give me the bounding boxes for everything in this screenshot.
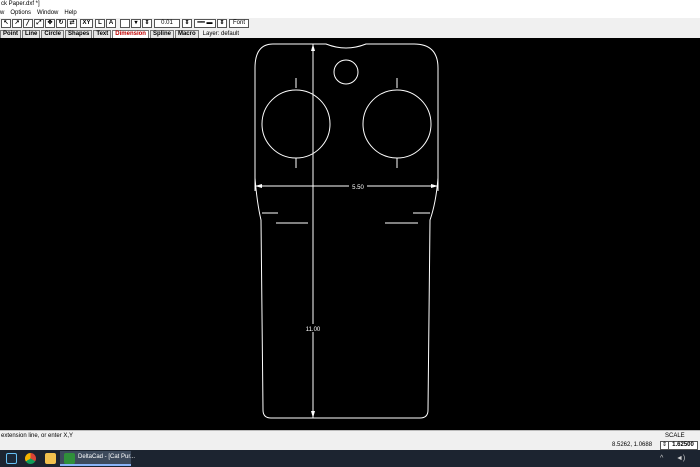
line-width-field[interactable]: 0.01 xyxy=(154,19,180,28)
deltacad-icon xyxy=(64,453,75,464)
tab-spline[interactable]: Spline xyxy=(149,30,174,38)
scale-label: SCALE xyxy=(665,433,685,439)
line-style-stepper-icon[interactable]: ⇕ xyxy=(217,19,227,28)
tab-circle[interactable]: Circle xyxy=(41,30,65,38)
file-explorer-icon[interactable] xyxy=(45,453,56,464)
tab-dimension[interactable]: Dimension xyxy=(112,30,149,38)
cursor-coordinates: 8.5262, 1.0688 xyxy=(612,442,653,448)
line-style-select[interactable]: ━━ ▬ xyxy=(194,19,216,28)
left-hole xyxy=(261,89,331,159)
tab-shapes[interactable]: Shapes xyxy=(65,30,93,38)
taskbar-app-deltacad[interactable]: DeltaCad - [Cat Pur... xyxy=(60,451,135,466)
menu-options[interactable]: Options xyxy=(7,9,34,18)
chevron-up-icon[interactable]: ^ xyxy=(660,454,663,463)
width-dimension-text: 5.50 xyxy=(352,185,364,191)
height-arrow-top xyxy=(311,44,315,51)
tab-line[interactable]: Line xyxy=(22,30,41,38)
steam-icon[interactable] xyxy=(6,453,17,464)
xy-button[interactable]: XY xyxy=(80,19,93,28)
right-hole xyxy=(362,89,432,159)
toolbar: ↖ ↗ ╱ ⤢ ✥ ↻ ⇄ XY L A ▾ ⇕ 0.01 ⇕ ━━ ▬ ⇕ F… xyxy=(0,18,700,30)
select-arrow-icon[interactable]: ↖ xyxy=(1,19,11,28)
menu-view[interactable]: w xyxy=(0,9,7,18)
part-outline xyxy=(254,43,439,419)
font-button[interactable]: Font xyxy=(229,19,250,28)
line-width-stepper-icon[interactable]: ⇕ xyxy=(182,19,192,28)
stepper-icon[interactable]: ⇕ xyxy=(142,19,152,28)
layer-label: Layer: default xyxy=(202,31,239,37)
title-bar: ck Paper.dxf *] xyxy=(0,0,700,9)
menu-bar: w Options Window Help xyxy=(0,9,700,18)
text-l-button[interactable]: L xyxy=(95,19,105,28)
tab-point[interactable]: Point xyxy=(0,30,21,38)
menu-window[interactable]: Window xyxy=(34,9,61,18)
drawing-svg: 5.50 11.00 xyxy=(254,43,439,419)
height-dimension-text: 11.00 xyxy=(306,327,321,333)
height-arrow-bottom xyxy=(311,411,315,418)
chrome-icon[interactable] xyxy=(25,453,36,464)
small-hole xyxy=(333,59,359,85)
tab-row: Point Line Circle Shapes Text Dimension … xyxy=(0,30,700,38)
color-dropdown-icon[interactable]: ▾ xyxy=(131,19,141,28)
tab-macro[interactable]: Macro xyxy=(174,30,199,38)
mirror-icon[interactable]: ⇄ xyxy=(67,19,77,28)
command-prompt: extension line, or enter X,Y xyxy=(1,433,74,439)
zoom-window-icon[interactable]: ⤢ xyxy=(34,19,44,28)
scale-field[interactable]: ⇕ 1.62500 xyxy=(660,441,698,450)
scale-value: 1.62500 xyxy=(672,442,694,448)
taskbar-app-label: DeltaCad - [Cat Pur... xyxy=(78,454,136,460)
draw-line-icon[interactable]: ╱ xyxy=(23,19,33,28)
tab-text[interactable]: Text xyxy=(93,30,112,38)
rotate-icon[interactable]: ↻ xyxy=(56,19,66,28)
pan-icon[interactable]: ✥ xyxy=(45,19,55,28)
volume-icon[interactable]: ◄) xyxy=(676,454,685,463)
text-a-button[interactable]: A xyxy=(106,19,116,28)
taskbar: DeltaCad - [Cat Pur... ^ ◄) xyxy=(0,450,700,467)
status-bar: extension line, or enter X,Y 8.5262, 1.0… xyxy=(0,430,700,450)
menu-help[interactable]: Help xyxy=(61,9,79,18)
color-swatch[interactable] xyxy=(120,19,130,28)
drawing-canvas[interactable]: 5.50 11.00 xyxy=(0,38,700,430)
move-arrow-icon[interactable]: ↗ xyxy=(12,19,22,28)
window-title: ck Paper.dxf *] xyxy=(1,1,40,7)
scale-stepper-icon[interactable]: ⇕ xyxy=(661,442,669,449)
